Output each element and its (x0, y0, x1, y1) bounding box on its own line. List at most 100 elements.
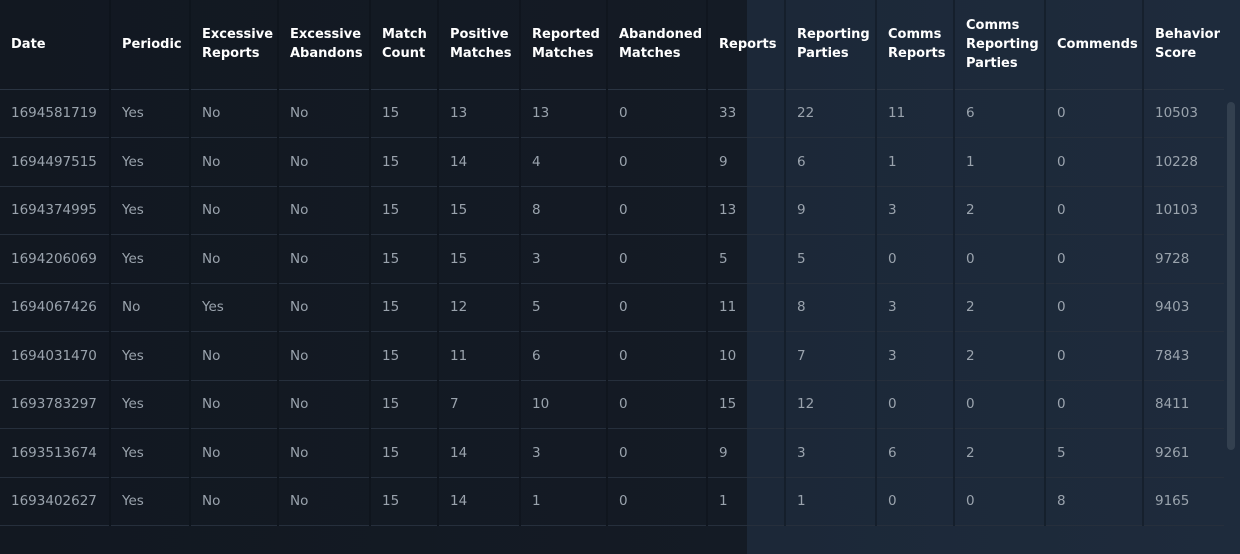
cell-match-count: 15 (369, 428, 438, 478)
cell-match-count: 15 (369, 477, 438, 526)
cell-excessive-abandons: No (277, 283, 370, 332)
cell-behavior-score: 9728 (1142, 234, 1224, 284)
cell-date: 1693402627 (0, 477, 110, 526)
cell-periodic: Yes (109, 477, 190, 526)
cell-positive-matches: 12 (437, 283, 520, 332)
cell-date: 1694031470 (0, 331, 110, 381)
column-header-match-count[interactable]: Match Count (369, 0, 438, 90)
cell-excessive-abandons: No (277, 380, 370, 429)
cell-behavior-score: 10103 (1142, 186, 1224, 235)
cell-commends: 0 (1044, 137, 1143, 187)
table-header: Date Periodic Excessive Reports Excessive A… (0, 0, 1224, 90)
cell-excessive-reports: No (189, 89, 278, 138)
cell-excessive-abandons: No (277, 331, 370, 381)
cell-excessive-abandons: No (277, 428, 370, 478)
cell-reporting-parties: 22 (784, 89, 876, 138)
cell-periodic: No (109, 283, 190, 332)
vertical-scrollbar[interactable] (1227, 102, 1235, 450)
cell-comms-reports: 1 (875, 137, 954, 187)
table-row: 1693783297 Yes No No 15 7 10 0 15 12 0 0 0 8411 (0, 380, 1224, 429)
table-row: 1694374995 Yes No No 15 15 8 0 13 9 3 2 0 10103 (0, 186, 1224, 235)
cell-positive-matches: 15 (437, 234, 520, 284)
cell-reports: 10 (706, 331, 785, 381)
cell-reports: 11 (706, 283, 785, 332)
table-row: 1694031470 Yes No No 15 11 6 0 10 7 3 2 0 7843 (0, 331, 1224, 381)
cell-reporting-parties: 12 (784, 380, 876, 429)
column-header-reported-matches[interactable]: Reported Matches (519, 0, 607, 90)
cell-date: 1694374995 (0, 186, 110, 235)
cell-comms-reports: 3 (875, 331, 954, 381)
table-row: 1694067426 No Yes No 15 12 5 0 11 8 3 2 0 9403 (0, 283, 1224, 332)
cell-abandoned-matches: 0 (606, 380, 707, 429)
cell-comms-reports: 0 (875, 477, 954, 526)
column-header-comms-reports[interactable]: Comms Reports (875, 0, 954, 90)
column-header-reports[interactable]: Reports (706, 0, 785, 90)
cell-date: 1693783297 (0, 380, 110, 429)
cell-reported-matches: 10 (519, 380, 607, 429)
cell-reporting-parties: 6 (784, 137, 876, 187)
cell-excessive-reports: No (189, 477, 278, 526)
cell-positive-matches: 14 (437, 137, 520, 187)
cell-commends: 0 (1044, 380, 1143, 429)
cell-comms-reports: 6 (875, 428, 954, 478)
cell-match-count: 15 (369, 89, 438, 138)
cell-comms-reporting-parties: 2 (953, 428, 1045, 478)
cell-positive-matches: 13 (437, 89, 520, 138)
cell-reported-matches: 13 (519, 89, 607, 138)
cell-date: 1694206069 (0, 234, 110, 284)
cell-periodic: Yes (109, 186, 190, 235)
cell-comms-reports: 0 (875, 380, 954, 429)
column-header-periodic[interactable]: Periodic (109, 0, 190, 90)
cell-reported-matches: 3 (519, 428, 607, 478)
cell-reported-matches: 6 (519, 331, 607, 381)
cell-reports: 13 (706, 186, 785, 235)
cell-comms-reports: 11 (875, 89, 954, 138)
cell-periodic: Yes (109, 137, 190, 187)
cell-date: 1694581719 (0, 89, 110, 138)
cell-reports: 9 (706, 137, 785, 187)
cell-behavior-score: 7843 (1142, 331, 1224, 381)
cell-abandoned-matches: 0 (606, 186, 707, 235)
column-header-excessive-reports[interactable]: Excessive Reports (189, 0, 278, 90)
cell-comms-reports: 3 (875, 186, 954, 235)
cell-commends: 0 (1044, 186, 1143, 235)
column-header-comms-reporting-parties[interactable]: Comms Reporting Parties (953, 0, 1045, 90)
cell-comms-reporting-parties: 2 (953, 331, 1045, 381)
cell-reported-matches: 5 (519, 283, 607, 332)
cell-commends: 5 (1044, 428, 1143, 478)
cell-periodic: Yes (109, 331, 190, 381)
cell-reports: 5 (706, 234, 785, 284)
table-row: 1693402627 Yes No No 15 14 1 0 1 1 0 0 8 9165 (0, 477, 1224, 526)
cell-positive-matches: 7 (437, 380, 520, 429)
cell-date: 1694497515 (0, 137, 110, 187)
cell-abandoned-matches: 0 (606, 428, 707, 478)
cell-date: 1694067426 (0, 283, 110, 332)
cell-comms-reporting-parties: 6 (953, 89, 1045, 138)
behavior-history-table: Date Periodic Excessive Reports Excessive A… (0, 0, 1224, 526)
cell-excessive-reports: No (189, 137, 278, 187)
cell-comms-reports: 0 (875, 234, 954, 284)
cell-reports: 15 (706, 380, 785, 429)
cell-comms-reporting-parties: 2 (953, 186, 1045, 235)
cell-comms-reporting-parties: 1 (953, 137, 1045, 187)
table-row: 1693513674 Yes No No 15 14 3 0 9 3 6 2 5 9261 (0, 428, 1224, 478)
column-header-excessive-abandons[interactable]: Excessive Abandons (277, 0, 370, 90)
cell-positive-matches: 14 (437, 428, 520, 478)
cell-reporting-parties: 3 (784, 428, 876, 478)
cell-abandoned-matches: 0 (606, 331, 707, 381)
cell-reported-matches: 4 (519, 137, 607, 187)
column-header-reporting-parties[interactable]: Reporting Parties (784, 0, 876, 90)
column-header-abandoned-matches[interactable]: Abandoned Matches (606, 0, 707, 90)
cell-abandoned-matches: 0 (606, 477, 707, 526)
cell-reported-matches: 3 (519, 234, 607, 284)
cell-periodic: Yes (109, 380, 190, 429)
cell-behavior-score: 10228 (1142, 137, 1224, 187)
column-header-date[interactable]: Date (0, 0, 110, 90)
cell-behavior-score: 9261 (1142, 428, 1224, 478)
cell-positive-matches: 11 (437, 331, 520, 381)
cell-reporting-parties: 5 (784, 234, 876, 284)
cell-comms-reporting-parties: 2 (953, 283, 1045, 332)
column-header-positive-matches[interactable]: Positive Matches (437, 0, 520, 90)
column-header-behavior-score[interactable]: Behavior Score (1142, 0, 1224, 90)
column-header-commends[interactable]: Commends (1044, 0, 1143, 90)
